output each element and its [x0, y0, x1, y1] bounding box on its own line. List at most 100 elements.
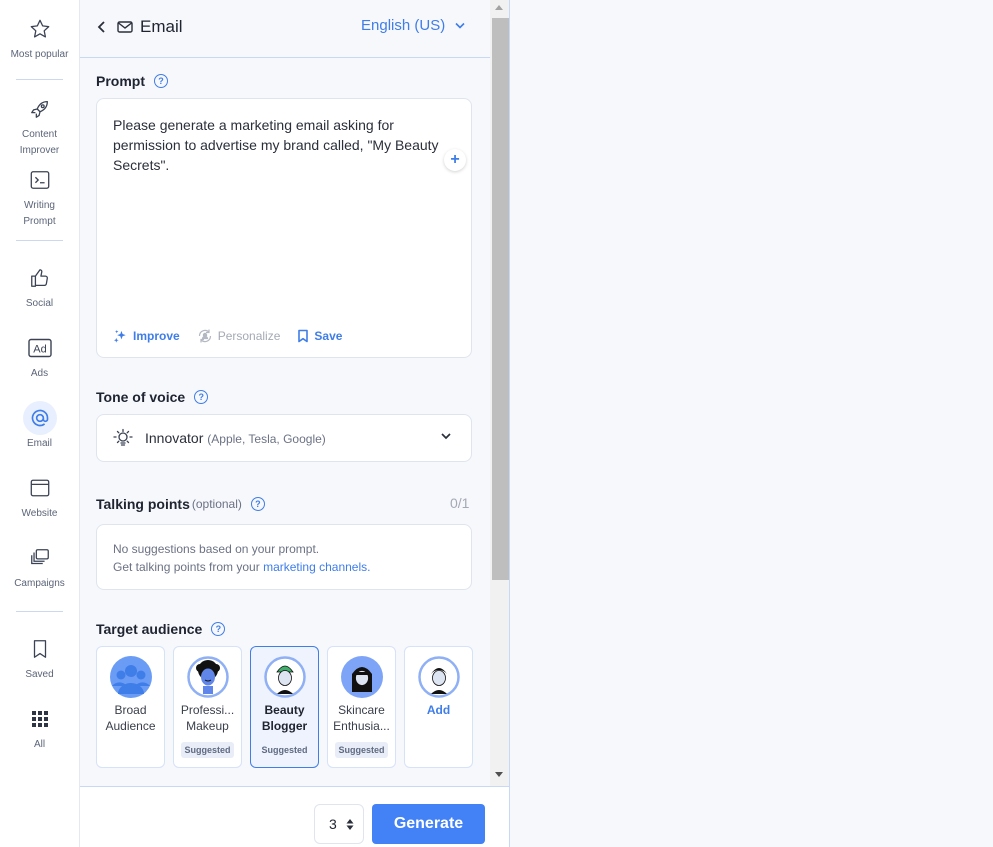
prompt-actions: Improve Personalize Save	[113, 328, 359, 344]
language-value: English (US)	[361, 17, 446, 34]
browser-window-icon	[23, 471, 57, 505]
rail-item-email[interactable]: Email	[0, 401, 79, 452]
left-nav-rail: Most popular Content Improver Writing Pr…	[0, 0, 80, 847]
add-to-prompt-button[interactable]: +	[444, 149, 466, 171]
help-icon[interactable]: ?	[250, 497, 265, 511]
rail-divider	[16, 240, 63, 241]
scroll-thumb[interactable]	[492, 18, 509, 580]
talking-points-box: No suggestions based on your prompt. Get…	[96, 524, 472, 590]
suggested-badge: Suggested	[335, 742, 388, 758]
rail-item-most-popular[interactable]: Most popular	[0, 12, 79, 63]
audience-list: Broad Audience Professi... Makeup Suggeste…	[96, 646, 473, 768]
rail-label: Email	[26, 438, 52, 449]
optional-tag: (optional)	[191, 497, 242, 511]
rail-item-social[interactable]: Social	[0, 261, 79, 312]
audience-card-broad[interactable]: Broad Audience	[96, 646, 165, 768]
rail-label: Ads	[30, 368, 49, 379]
generate-button[interactable]: Generate	[372, 804, 485, 844]
quantity-value: 3	[329, 816, 337, 832]
save-label: Save	[314, 329, 343, 343]
at-icon	[22, 401, 57, 435]
quantity-stepper[interactable]: 3	[314, 804, 364, 844]
tone-value: Innovator (Apple, Tesla, Google)	[145, 430, 326, 446]
panel-footer: 3 Generate	[80, 786, 509, 847]
save-prompt-button[interactable]: Save	[297, 329, 342, 343]
page-title: Email	[140, 17, 183, 36]
tone-select[interactable]: Innovator (Apple, Tesla, Google)	[96, 414, 472, 462]
output-area	[510, 0, 993, 847]
personalize-label: Personalize	[217, 329, 281, 343]
talking-points-label-text: Talking points	[96, 496, 190, 512]
rail-item-writing-prompt[interactable]: Writing Prompt	[0, 163, 79, 230]
stepper-arrows-icon[interactable]	[346, 818, 354, 831]
marketing-channels-link[interactable]: marketing channels.	[263, 560, 370, 574]
rail-divider	[16, 79, 63, 80]
email-generator-panel: Email English (US) Prompt ? Please gener…	[80, 0, 490, 786]
rail-item-ads[interactable]: Ad Ads	[0, 331, 79, 382]
rail-label: Campaigns	[14, 578, 65, 589]
svg-text:Ad: Ad	[33, 344, 46, 356]
audience-name: Broad Audience	[105, 703, 156, 733]
back-button[interactable]	[94, 16, 110, 38]
prompt-label: Prompt ?	[96, 73, 168, 89]
rail-label: Saved	[25, 669, 54, 680]
empty-message: No suggestions based on your prompt.	[113, 542, 320, 556]
scroll-down-arrow-icon[interactable]	[495, 772, 503, 777]
language-select[interactable]: English (US)	[361, 17, 465, 34]
target-audience-label-text: Target audience	[96, 621, 203, 637]
talking-points-label: Talking points (optional) ?	[96, 496, 265, 512]
personalize-button[interactable]: Personalize	[197, 328, 281, 344]
terminal-icon	[23, 163, 57, 197]
rail-item-campaigns[interactable]: Campaigns	[0, 541, 79, 592]
group-avatar-icon	[109, 656, 152, 698]
bookmark-icon	[23, 632, 57, 666]
prompt-label-text: Prompt	[96, 73, 145, 89]
add-audience-button[interactable]: Add	[404, 646, 473, 768]
audience-card-skincare-enthusiast[interactable]: Skincare Enthusia... Suggested	[327, 646, 396, 768]
lightbulb-icon	[113, 428, 133, 453]
target-audience-label: Target audience ?	[96, 621, 226, 637]
tone-name: Innovator	[145, 430, 204, 446]
help-icon[interactable]: ?	[211, 622, 226, 636]
audience-name: Beauty Blogger	[261, 703, 308, 733]
rail-item-website[interactable]: Website	[0, 471, 79, 522]
tone-examples: (Apple, Tesla, Google)	[207, 432, 326, 446]
panel-scrollbar[interactable]	[490, 0, 509, 786]
audience-name: Skincare Enthusia...	[333, 703, 390, 733]
rail-item-content-improver[interactable]: Content Improver	[0, 92, 79, 159]
chevron-left-icon	[97, 21, 105, 33]
chevron-down-icon	[455, 22, 465, 29]
prompt-text[interactable]: Please generate a marketing email asking…	[113, 115, 443, 175]
talking-points-counter: 0/1	[450, 495, 470, 511]
persona-avatar-icon	[340, 656, 383, 698]
thumbs-up-icon	[23, 261, 57, 295]
empty-hint: Get talking points from your marketing c…	[113, 558, 455, 576]
tone-label-text: Tone of voice	[96, 389, 186, 405]
ad-icon: Ad	[23, 331, 57, 365]
improve-button[interactable]: Improve	[113, 329, 180, 344]
help-icon[interactable]: ?	[154, 74, 168, 88]
rail-label: Social	[25, 298, 54, 309]
prompt-textarea[interactable]: Please generate a marketing email asking…	[96, 98, 472, 358]
panel-header: Email English (US)	[80, 0, 490, 58]
rail-item-saved[interactable]: Saved	[0, 632, 79, 683]
persona-avatar-icon	[186, 656, 229, 698]
scroll-up-arrow-icon[interactable]	[495, 5, 503, 10]
stacked-windows-icon	[23, 541, 57, 575]
rail-label: Website	[21, 508, 58, 519]
grid-icon	[23, 702, 57, 736]
rail-label: All	[33, 739, 46, 750]
rail-label: Most popular	[10, 49, 69, 60]
rail-item-all[interactable]: All	[0, 702, 79, 753]
rocket-icon	[23, 92, 57, 126]
chevron-down-icon	[441, 433, 451, 440]
bookmark-icon	[298, 329, 309, 343]
rail-label: Writing Prompt	[23, 200, 56, 227]
empty-hint-text: Get talking points from your	[113, 560, 264, 574]
tone-label: Tone of voice ?	[96, 389, 209, 405]
help-icon[interactable]: ?	[194, 390, 209, 404]
audience-card-professional-makeup[interactable]: Professi... Makeup Suggested	[173, 646, 242, 768]
persona-avatar-icon	[263, 656, 306, 698]
audience-card-beauty-blogger[interactable]: Beauty Blogger Suggested	[250, 646, 319, 768]
personalize-icon	[198, 329, 211, 343]
